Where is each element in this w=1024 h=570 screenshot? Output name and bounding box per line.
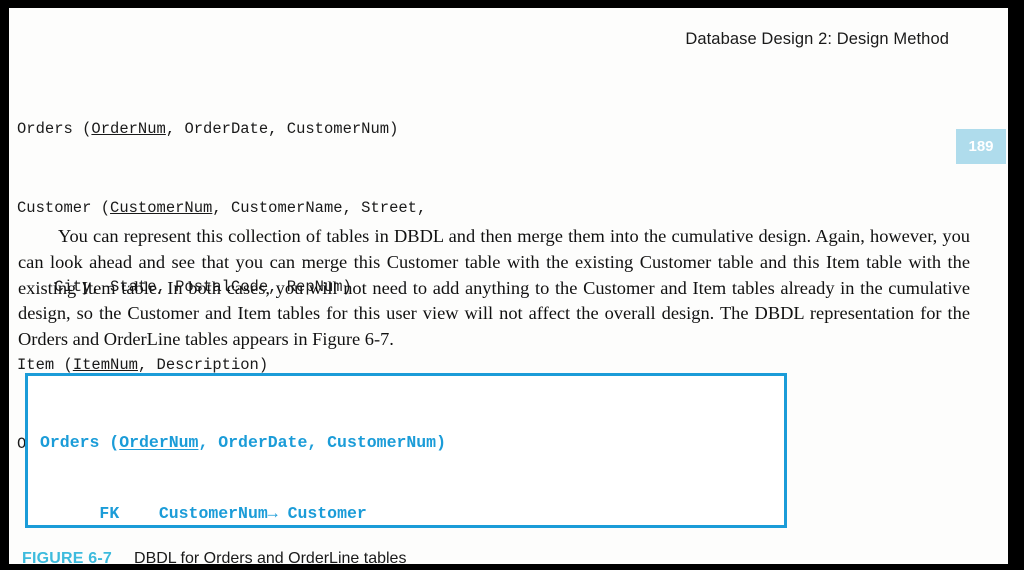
page-frame: Database Design 2: Design Method 189 Ord… [0, 0, 1024, 570]
fk-label: FK [99, 503, 120, 523]
relation-prefix: Orders ( [17, 120, 92, 139]
primary-key: CustomerNum [110, 199, 213, 218]
relation-line-orders: Orders (OrderNum, OrderDate, CustomerNum… [17, 116, 519, 142]
relation-line-customer: Customer (CustomerNum, CustomerName, Str… [17, 195, 519, 221]
fk-indent [40, 504, 99, 523]
body-paragraph: You can represent this collection of tab… [18, 226, 970, 349]
primary-key: OrderNum [91, 120, 166, 139]
primary-key: ItemNum [72, 356, 138, 375]
page-number-badge: 189 [956, 129, 1006, 164]
figure-caption-text: DBDL for Orders and OrderLine tables [134, 550, 407, 564]
figure-box: Orders (OrderNum, OrderDate, CustomerNum… [25, 373, 787, 528]
running-head: Database Design 2: Design Method [685, 30, 949, 48]
arrow-icon: → [267, 503, 278, 523]
fk-gap [119, 504, 159, 523]
page-number-label: 189 [968, 138, 994, 155]
figure-line-orders-fk: FK CustomerNum→ Customer [40, 502, 575, 526]
relation-suffix: , OrderDate, CustomerNum) [165, 120, 399, 139]
relation-prefix: Item ( [17, 356, 73, 375]
page-surface: Database Design 2: Design Method 189 Ord… [9, 8, 1008, 564]
figure-caption-label: FIGURE 6-7 [22, 550, 113, 564]
relation-prefix: Orders ( [40, 433, 120, 453]
relation-prefix: Customer ( [17, 199, 111, 218]
figure-line-orders: Orders (OrderNum, OrderDate, CustomerNum… [40, 431, 575, 455]
fk-column: CustomerNum [158, 503, 268, 523]
relation-suffix: , CustomerName, Street, [212, 199, 427, 218]
primary-key: OrderNum [119, 433, 199, 453]
figure-code-listing: Orders (OrderNum, OrderDate, CustomerNum… [40, 384, 575, 564]
fk-space [278, 504, 288, 523]
fk-target: Customer [287, 503, 367, 523]
relation-suffix: , Description) [137, 356, 269, 375]
figure-caption: FIGURE 6-7 DBDL for Orders and OrderLine… [22, 550, 406, 564]
relation-suffix: , OrderDate, CustomerNum) [198, 433, 446, 453]
